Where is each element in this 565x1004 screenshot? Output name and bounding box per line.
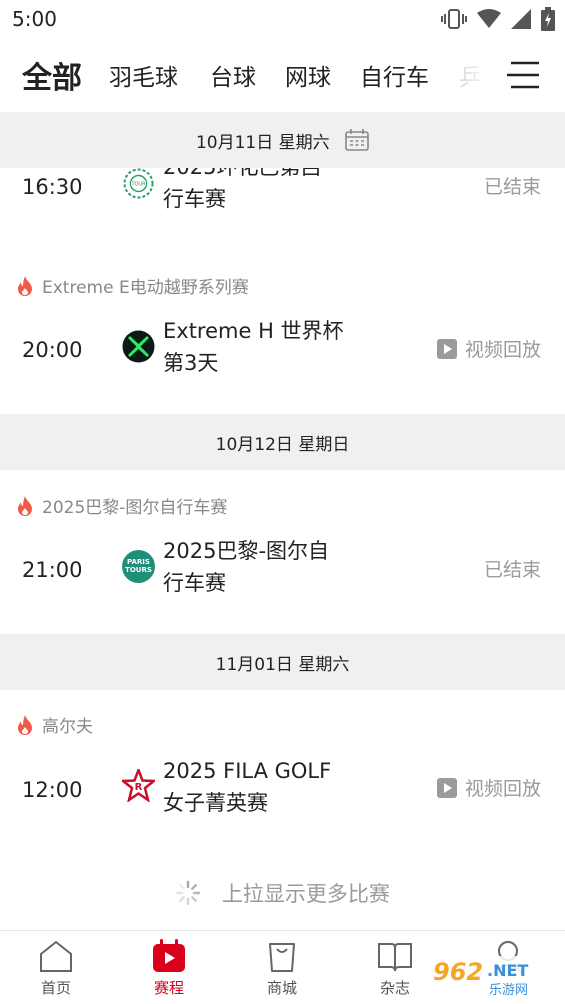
nav-shop[interactable]: 商城 — [242, 939, 322, 998]
category-label: Extreme E电动越野系列赛 — [16, 273, 249, 298]
tab-fade — [450, 38, 510, 112]
replay-button[interactable]: 视频回放 — [436, 335, 541, 362]
extreme-h-logo-icon — [122, 330, 155, 363]
tab-billiards[interactable]: 台球 — [210, 58, 256, 92]
date-header: 11月01日 星期六 — [0, 634, 565, 690]
match-title: 2025巴黎-图尔自 行车赛 — [163, 539, 330, 595]
tab-cycling[interactable]: 自行车 — [360, 58, 429, 92]
wifi-icon — [477, 9, 501, 28]
status-icons — [441, 7, 555, 31]
svg-text:R: R — [135, 782, 143, 793]
shopping-bag-icon — [269, 943, 295, 972]
match-title: 2025 FILA GOLF 女子菁英赛 — [163, 759, 332, 815]
battery-icon — [541, 7, 555, 31]
watermark-logo: 962 .NET 乐游网 — [427, 956, 558, 998]
svg-text:TOUR: TOUR — [130, 182, 146, 188]
load-more-indicator: 上拉显示更多比赛 — [0, 878, 565, 908]
tour-logo-icon: TOUR — [123, 168, 154, 199]
signal-icon — [511, 9, 531, 29]
tab-all[interactable]: 全部 — [22, 53, 82, 97]
match-time: 12:00 — [22, 778, 83, 802]
paris-tours-logo-icon: PARIS TOURS — [122, 550, 155, 583]
date-text: 11月01日 星期六 — [215, 655, 350, 675]
status-bar: 5:00 — [0, 0, 565, 38]
match-time: 20:00 — [22, 338, 83, 362]
match-status: 已结束 — [483, 176, 541, 198]
svg-text:962: 962 — [433, 958, 483, 986]
date-text: 10月12日 星期日 — [215, 435, 350, 455]
replay-button[interactable]: 视频回放 — [436, 774, 541, 801]
category-tabs: 全部 羽毛球 台球 网球 自行车 乒 — [0, 38, 565, 112]
match-status: 已结束 — [483, 559, 541, 581]
calendar-icon[interactable] — [345, 129, 369, 151]
svg-text:乐游网: 乐游网 — [489, 983, 528, 998]
vibrate-icon — [441, 9, 467, 29]
flame-icon — [18, 495, 32, 516]
menu-icon[interactable] — [505, 58, 545, 92]
book-icon — [378, 943, 412, 972]
home-icon — [40, 940, 72, 972]
date-text: 10月11日 星期六 — [0, 128, 565, 153]
flame-icon — [18, 275, 32, 296]
nav-schedule[interactable]: 赛程 — [129, 939, 209, 998]
match-title: Extreme H 世界杯 第3天 — [163, 319, 344, 375]
tab-tennis[interactable]: 网球 — [285, 58, 331, 92]
nav-home[interactable]: 首页 — [16, 939, 96, 998]
fila-golf-logo-icon: R — [122, 769, 155, 802]
nav-magazine[interactable]: 杂志 — [355, 939, 435, 998]
schedule-icon — [153, 939, 185, 972]
svg-text:.NET: .NET — [487, 961, 528, 980]
tab-badminton[interactable]: 羽毛球 — [109, 58, 178, 92]
category-label: 2025巴黎-图尔自行车赛 — [16, 493, 227, 518]
status-time: 5:00 — [12, 7, 57, 31]
spinner-icon — [175, 880, 201, 906]
match-time: 21:00 — [22, 558, 83, 582]
date-header: 10月12日 星期日 — [0, 414, 565, 470]
schedule-list[interactable]: 16:30 TOUR 2025环化巴第吕 行车赛 已结束 10月11日 星期六 — [0, 112, 565, 930]
play-icon — [436, 777, 457, 798]
play-icon — [436, 338, 457, 359]
category-label: 高尔夫 — [16, 712, 93, 737]
date-header: 10月11日 星期六 — [0, 112, 565, 168]
flame-icon — [18, 714, 32, 735]
match-time: 16:30 — [22, 175, 83, 199]
